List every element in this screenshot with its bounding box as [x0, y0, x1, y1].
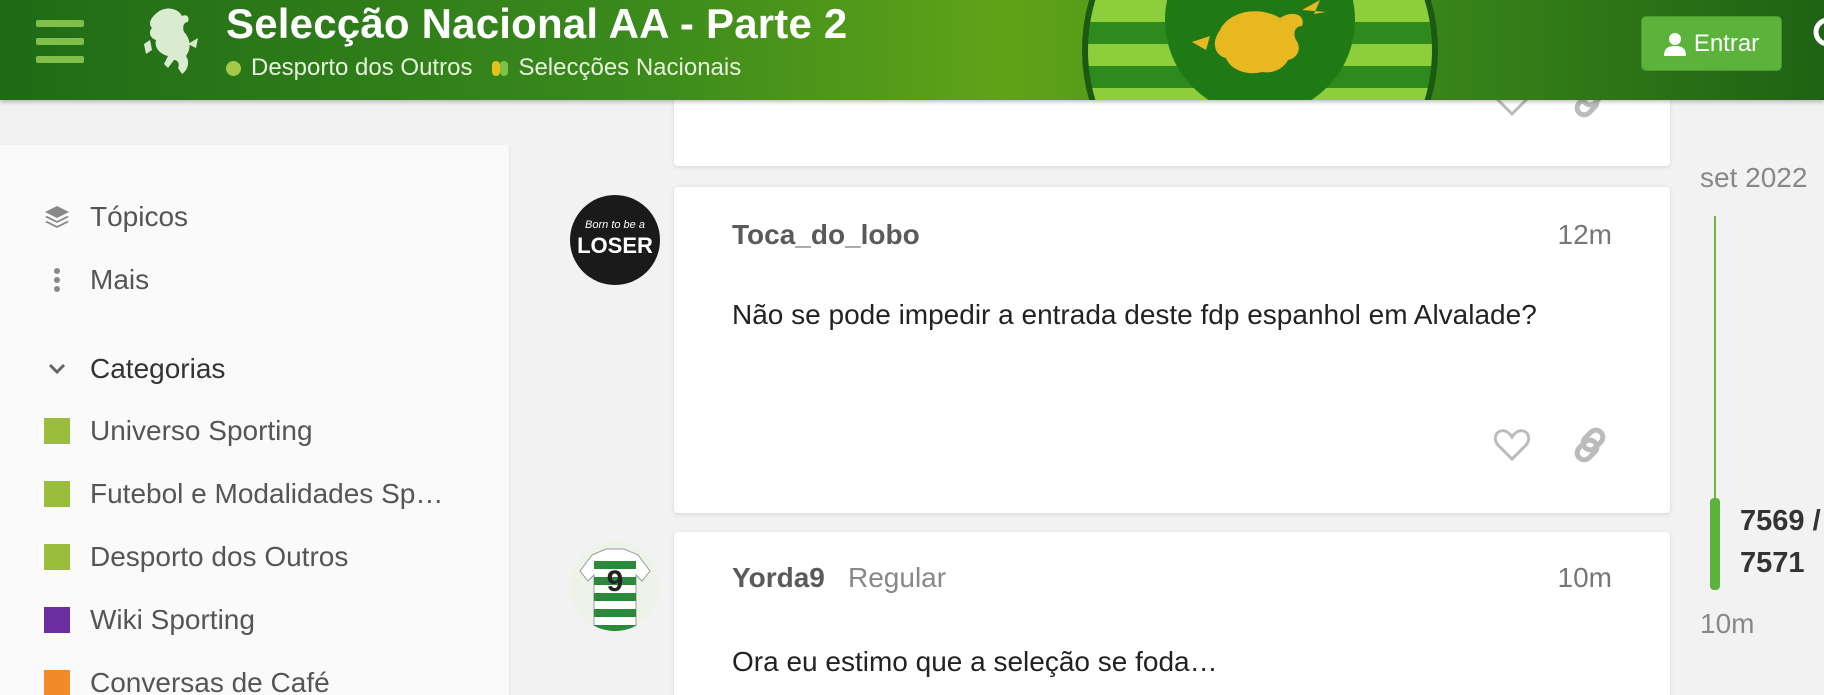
breadcrumb-label: Desporto dos Outros — [251, 54, 473, 81]
user-icon — [1663, 32, 1686, 56]
sidebar-item-mais[interactable]: Mais — [44, 260, 149, 300]
avatar-toca-do-lobo[interactable]: Born to be a LOSER — [570, 195, 660, 285]
login-button[interactable]: Entrar — [1641, 16, 1782, 71]
post-username[interactable]: Toca_do_lobo — [732, 219, 920, 251]
site-header: Selecção Nacional AA - Parte 2 Desporto … — [0, 0, 1824, 100]
post-toca-do-lobo: Toca_do_lobo 12m Não se pode impedir a e… — [674, 187, 1670, 513]
share-link-icon[interactable] — [1570, 425, 1610, 465]
chevron-down-icon — [44, 356, 70, 382]
layers-icon — [44, 204, 70, 230]
timeline-position-total: 7571 — [1740, 547, 1805, 579]
post-yorda9: Yorda9 Regular 10m Ora eu estimo que a s… — [674, 532, 1670, 695]
sidebar-item-label: Mais — [90, 264, 150, 295]
like-heart-icon[interactable] — [1492, 425, 1532, 465]
breadcrumb-category-desporto[interactable]: Desporto dos Outros — [226, 54, 472, 82]
sidebar-item-topicos[interactable]: Tópicos — [44, 197, 188, 237]
avatar-text-top: Born to be a — [585, 219, 645, 231]
timeline-handle[interactable] — [1710, 498, 1720, 590]
login-label: Entrar — [1693, 29, 1760, 57]
sidebar-category-futebol-modalidades[interactable]: Futebol e Modalidades Sp… — [44, 474, 443, 514]
sidebar-category-conversas-cafe[interactable]: Conversas de Café — [44, 663, 330, 695]
sidebar-item-label: Futebol e Modalidades Sp… — [90, 478, 444, 509]
timeline-position[interactable]: 7569 / 7571 — [1740, 500, 1821, 584]
sidebar-category-wiki-sporting[interactable]: Wiki Sporting — [44, 600, 255, 640]
post-body: Ora eu estimo que a seleção se foda… — [732, 646, 1218, 677]
timeline-start-date[interactable]: set 2022 — [1700, 162, 1807, 194]
sidebar-item-label: Conversas de Café — [90, 667, 330, 695]
sidebar-item-label: Tópicos — [90, 201, 189, 232]
sidebar-category-desporto-outros[interactable]: Desporto dos Outros — [44, 537, 348, 577]
sidebar-item-label: Desporto dos Outros — [90, 541, 349, 572]
categories-toggle[interactable]: Categorias — [44, 349, 225, 389]
sidebar-item-label: Wiki Sporting — [90, 604, 255, 635]
post-username[interactable]: Yorda9 — [732, 562, 825, 594]
breadcrumb-category-seleccoes[interactable]: Selecções Nacionais — [492, 54, 741, 82]
timeline-last-activity[interactable]: 10m — [1700, 608, 1754, 640]
vertical-ellipsis-icon — [44, 267, 70, 293]
post-body: Não se pode impedir a entrada deste fdp … — [732, 299, 1537, 330]
sidebar: Tópicos Mais Categorias Universo Sportin… — [0, 145, 510, 695]
avatar-text-main: LOSER — [577, 233, 653, 258]
sporting-emblem — [1070, 0, 1450, 100]
post-time[interactable]: 10m — [1558, 562, 1612, 594]
category-dot-icon — [226, 60, 241, 76]
breadcrumb-label: Selecções Nacionais — [518, 54, 742, 81]
avatar-number: 9 — [606, 565, 624, 598]
category-square-icon — [44, 607, 70, 633]
category-square-icon — [44, 481, 70, 507]
sidebar-category-universo-sporting[interactable]: Universo Sporting — [44, 411, 313, 451]
search-icon[interactable] — [1810, 14, 1824, 54]
site-logo[interactable] — [138, 4, 202, 78]
breadcrumb: Desporto dos Outros Selecções Nacionais — [226, 54, 761, 82]
hamburger-menu-icon[interactable] — [36, 20, 84, 64]
timeline-track[interactable] — [1714, 216, 1716, 506]
categories-heading: Categorias — [90, 353, 226, 384]
category-dual-color-icon — [492, 60, 509, 76]
category-square-icon — [44, 418, 70, 444]
topic-title[interactable]: Selecção Nacional AA - Parte 2 — [226, 0, 847, 48]
avatar-yorda9[interactable]: 9 — [570, 541, 660, 631]
category-square-icon — [44, 544, 70, 570]
timeline-position-current: 7569 / — [1740, 505, 1821, 537]
category-square-icon — [44, 670, 70, 695]
user-title: Regular — [848, 562, 947, 593]
sidebar-item-label: Universo Sporting — [90, 415, 313, 446]
post-time[interactable]: 12m — [1558, 219, 1612, 251]
